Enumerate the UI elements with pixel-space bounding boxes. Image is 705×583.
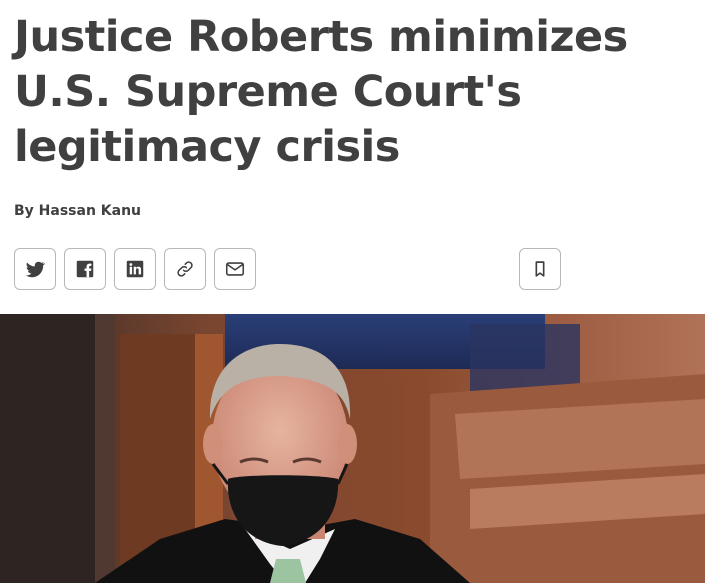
share-facebook-button[interactable] bbox=[64, 248, 106, 290]
bookmark-button[interactable] bbox=[519, 248, 561, 290]
justice-photo-illustration bbox=[0, 314, 705, 583]
article-headline: Justice Roberts minimizes U.S. Supreme C… bbox=[14, 12, 628, 172]
email-icon bbox=[225, 262, 245, 276]
share-linkedin-button[interactable] bbox=[114, 248, 156, 290]
copy-link-button[interactable] bbox=[164, 248, 206, 290]
link-icon bbox=[177, 261, 193, 277]
share-email-button[interactable] bbox=[214, 248, 256, 290]
twitter-icon bbox=[25, 261, 46, 278]
facebook-icon bbox=[76, 260, 94, 278]
hero-photo bbox=[0, 314, 705, 583]
bookmark-icon bbox=[535, 261, 545, 277]
share-twitter-button[interactable] bbox=[14, 248, 56, 290]
article-byline: By Hassan Kanu bbox=[14, 203, 142, 219]
linkedin-icon bbox=[126, 260, 144, 278]
